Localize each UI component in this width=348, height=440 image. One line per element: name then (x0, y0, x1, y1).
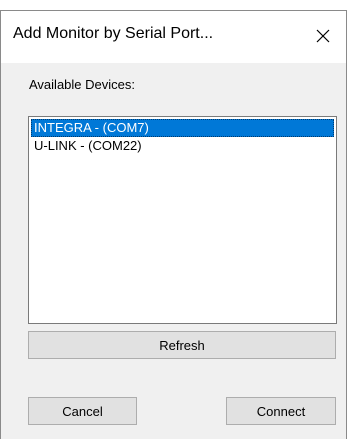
list-item-u-link-com22[interactable]: U-LINK - (COM22) (31, 137, 334, 155)
window-title: Add Monitor by Serial Port... (13, 25, 214, 42)
connect-button[interactable]: Connect (226, 397, 336, 425)
available-devices-label: Available Devices: (29, 77, 135, 92)
devices-listbox[interactable]: INTEGRA - (COM7) U-LINK - (COM22) (28, 116, 337, 324)
page: Add Monitor by Serial Port... Available … (0, 0, 348, 440)
title-bar: Add Monitor by Serial Port... (1, 11, 346, 63)
add-monitor-dialog: Add Monitor by Serial Port... Available … (0, 10, 347, 439)
refresh-button[interactable]: Refresh (28, 331, 336, 359)
close-icon (316, 29, 330, 43)
close-button[interactable] (308, 21, 338, 51)
cancel-button[interactable]: Cancel (28, 397, 137, 425)
dialog-body: Available Devices: INTEGRA - (COM7) U-LI… (1, 63, 346, 439)
list-item-integra-com7[interactable]: INTEGRA - (COM7) (31, 119, 334, 137)
